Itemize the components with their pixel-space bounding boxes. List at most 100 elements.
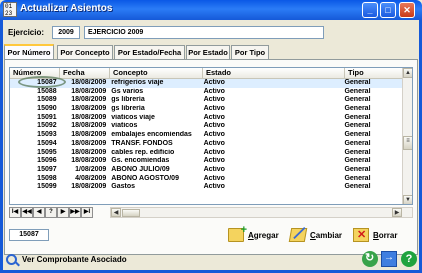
title-bar: 01 23 Actualizar Asientos _ □ ✕ bbox=[0, 0, 422, 20]
table-cell: Activo bbox=[203, 131, 225, 139]
table-row[interactable]: 15091 18/08/2009 viaticos viaje Activo Gener… bbox=[10, 114, 404, 123]
col-fecha[interactable]: Fecha bbox=[60, 68, 110, 78]
table-cell: General bbox=[344, 139, 371, 147]
table-cell: 15089 bbox=[37, 96, 57, 104]
table-cell: cables rep. edificio bbox=[111, 148, 175, 156]
table-cell: General bbox=[344, 105, 371, 113]
table-cell: refrigerios viaje bbox=[109, 79, 202, 88]
col-tipo[interactable]: Tipo bbox=[345, 68, 404, 78]
edit-label: Cambiar bbox=[310, 230, 343, 240]
table-row[interactable]: 15094 18/08/2009 TRANSF. FONDOS Activo Gener… bbox=[10, 140, 404, 149]
minimize-button[interactable]: _ bbox=[362, 2, 378, 18]
table-row[interactable]: 15096 18/08/2009 Gs. encomiendas Activo Gene… bbox=[10, 157, 404, 166]
horizontal-scrollbar[interactable]: ◀ ▶ bbox=[110, 207, 413, 218]
refresh-icon[interactable] bbox=[362, 251, 378, 267]
navigator-button[interactable]: ◀◀ bbox=[21, 207, 33, 218]
navigator-button[interactable]: ▶▶ bbox=[69, 207, 81, 218]
grid-rows: 15087 18/08/2009 refrigerios viaje Activo Ge… bbox=[10, 79, 404, 192]
table-row[interactable]: 15098 4/08/2009 ABONO AGOSTO/09 Activo Gener… bbox=[10, 175, 404, 184]
add-folder-icon bbox=[228, 224, 247, 242]
navigator-button[interactable]: ? bbox=[45, 207, 57, 218]
table-cell: General bbox=[344, 96, 371, 104]
table-cell: 18/08/2009 bbox=[71, 96, 107, 104]
help-icon[interactable]: ? bbox=[401, 251, 417, 267]
ejercicio-year-field[interactable]: 2009 bbox=[52, 26, 80, 39]
table-row[interactable]: 15092 18/08/2009 viaticos Activo General bbox=[10, 122, 404, 131]
table-cell: General bbox=[344, 87, 371, 95]
table-row[interactable]: 15088 18/08/2009 Gs varios Activo General bbox=[10, 88, 404, 97]
tab-por-numero[interactable]: Por Número bbox=[4, 44, 54, 60]
magnifier-icon bbox=[6, 254, 17, 265]
scroll-up-icon[interactable]: ▲ bbox=[403, 68, 412, 78]
table-cell: 15088 bbox=[37, 87, 57, 95]
tab-por-estado[interactable]: Por Estado bbox=[186, 45, 230, 59]
navigator-button[interactable]: ▶ bbox=[57, 207, 69, 218]
navigator-button[interactable]: ▶I bbox=[81, 207, 93, 218]
ver-comprobante-label: Ver Comprobante Asociado bbox=[22, 255, 127, 264]
table-cell: gs librería bbox=[111, 105, 145, 113]
table-row[interactable]: 15097 1/08/2009 ABONO JULIO/09 Activo Genera… bbox=[10, 166, 404, 175]
table-row[interactable]: 15095 18/08/2009 cables rep. edificio Activ… bbox=[10, 149, 404, 158]
table-cell: 15090 bbox=[37, 105, 57, 113]
table-row[interactable]: 15090 18/08/2009 gs librería Activo General bbox=[10, 105, 404, 114]
table-cell: 18/08/2009 bbox=[71, 122, 107, 130]
table-cell: Activo bbox=[203, 174, 225, 182]
table-cell: Gastos bbox=[111, 183, 136, 191]
table-cell: 18/08/2009 bbox=[71, 148, 107, 156]
table-cell: General bbox=[344, 122, 371, 130]
table-cell: 18/08/2009 bbox=[71, 113, 107, 121]
horizontal-scroll-thumb[interactable] bbox=[122, 209, 140, 217]
table-cell: 15091 bbox=[37, 113, 57, 121]
tab-por-estado-fecha[interactable]: Por Estado/Fecha bbox=[114, 45, 185, 59]
window-title: Actualizar Asientos bbox=[20, 3, 113, 14]
table-cell: Activo bbox=[203, 122, 225, 130]
close-button[interactable]: ✕ bbox=[399, 2, 415, 18]
maximize-button[interactable]: □ bbox=[380, 2, 396, 18]
table-cell: 15097 bbox=[37, 165, 57, 173]
table-row[interactable]: 15093 18/08/2009 embalajes encomiendas Acti… bbox=[10, 131, 404, 140]
delete-label: Borrar bbox=[373, 230, 398, 240]
record-navigator: I◀ ◀◀ ◀? ▶ ▶▶ ▶I bbox=[9, 207, 93, 218]
current-number-field[interactable]: 15087 bbox=[9, 229, 49, 241]
ejercicio-description-field: EJERCICIO 2009 bbox=[84, 26, 324, 39]
exit-icon[interactable] bbox=[381, 251, 397, 267]
table-cell: 15095 bbox=[37, 148, 57, 156]
edit-button[interactable]: Cambiar bbox=[288, 226, 343, 244]
scroll-right-icon[interactable]: ▶ bbox=[392, 208, 402, 217]
table-cell: 18/08/2009 bbox=[71, 183, 107, 191]
table-cell: Activo bbox=[203, 87, 225, 95]
navigator-button[interactable]: I◀ bbox=[9, 207, 21, 218]
grid-header: Número Fecha Concepto Estado Tipo bbox=[10, 68, 412, 79]
table-cell: 18/08/2009 bbox=[71, 87, 107, 95]
table-cell: ABONO AGOSTO/09 bbox=[111, 174, 179, 182]
ver-comprobante-link[interactable]: Ver Comprobante Asociado bbox=[6, 254, 127, 265]
table-row[interactable]: 15087 18/08/2009 refrigerios viaje Activo Ge… bbox=[10, 79, 404, 88]
tab-por-tipo[interactable]: Por Tipo bbox=[231, 45, 269, 59]
table-cell: embalajes encomiendas bbox=[111, 131, 192, 139]
table-cell: General bbox=[342, 79, 404, 88]
table-row[interactable]: 15089 18/08/2009 gs librería Activo General bbox=[10, 96, 404, 105]
tab-por-concepto[interactable]: Por Concepto bbox=[57, 45, 113, 59]
table-cell: General bbox=[344, 157, 371, 165]
delete-button[interactable]: Borrar bbox=[353, 226, 397, 244]
vertical-scrollbar[interactable]: ▲ ≡ ▼ bbox=[402, 68, 412, 204]
add-label: Agregar bbox=[248, 230, 279, 240]
table-cell: Gs varios bbox=[111, 87, 144, 95]
table-cell: Gs. encomiendas bbox=[111, 157, 170, 165]
table-cell: TRANSF. FONDOS bbox=[111, 139, 173, 147]
table-cell: 15092 bbox=[37, 122, 57, 130]
asientos-grid[interactable]: Número Fecha Concepto Estado Tipo 15087 1… bbox=[9, 67, 413, 205]
col-estado[interactable]: Estado bbox=[203, 68, 345, 78]
navigator-button[interactable]: ◀ bbox=[33, 207, 45, 218]
scroll-thumb[interactable]: ≡ bbox=[403, 136, 412, 150]
table-cell: Activo bbox=[203, 105, 225, 113]
app-icon: 01 23 bbox=[3, 2, 17, 17]
scroll-left-icon[interactable]: ◀ bbox=[111, 208, 121, 217]
table-cell: viaticos viaje bbox=[111, 113, 155, 121]
scroll-down-icon[interactable]: ▼ bbox=[403, 195, 412, 204]
table-cell: 15093 bbox=[37, 131, 57, 139]
table-cell: 18/08/2009 bbox=[71, 131, 107, 139]
table-row[interactable]: 15099 18/08/2009 Gastos Activo General bbox=[10, 183, 404, 192]
add-button[interactable]: Agregar bbox=[228, 224, 279, 244]
col-concepto[interactable]: Concepto bbox=[110, 68, 203, 78]
